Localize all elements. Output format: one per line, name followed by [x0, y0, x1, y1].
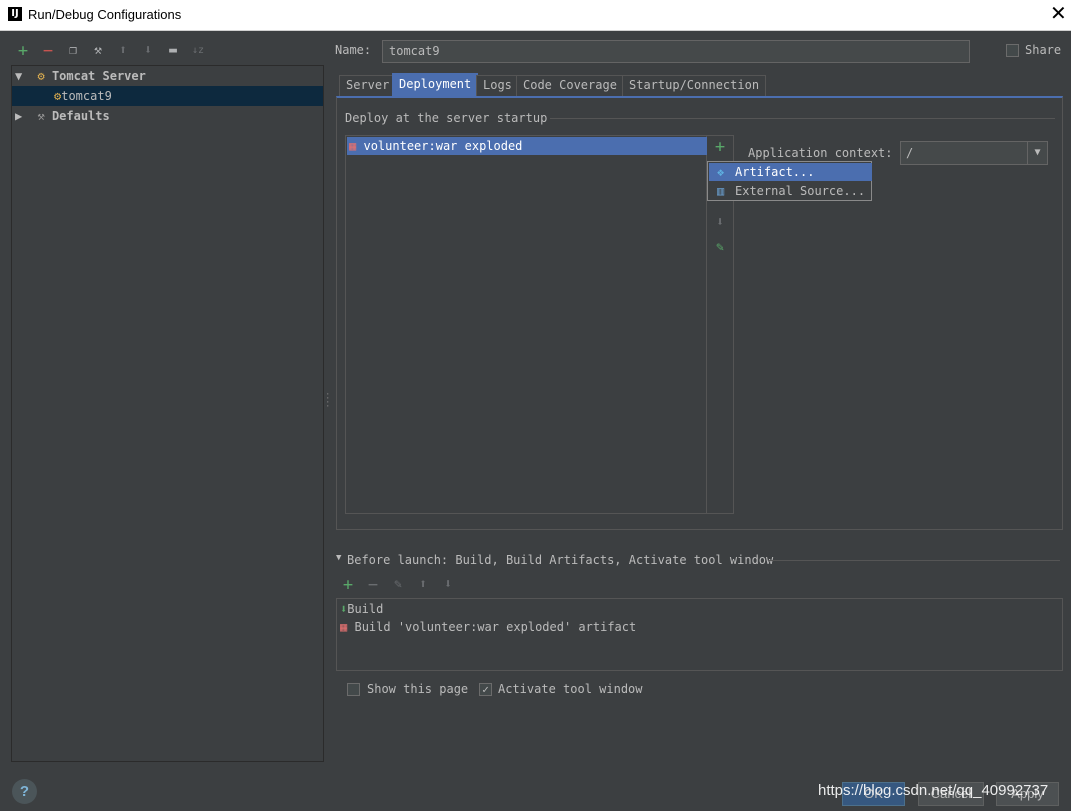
edit-pencil-icon[interactable]: ✎ [711, 240, 729, 256]
close-window-button[interactable]: ✕ [1050, 3, 1067, 25]
sort-icon[interactable]: ↓z [189, 43, 207, 59]
menu-item-artifact[interactable]: ❖ Artifact... [709, 163, 872, 181]
move-up-icon[interactable]: ⬆ [114, 43, 132, 59]
activate-tool-checkbox[interactable]: ✓ [479, 683, 492, 696]
before-launch-list: ⬇Build ▦ Build 'volunteer:war exploded' … [336, 598, 1063, 671]
add-icon[interactable]: + [14, 43, 32, 60]
remove-icon[interactable]: − [39, 43, 57, 60]
tree-group-label: Defaults [51, 109, 110, 123]
tree-group-tomcat-server[interactable]: ▼ ⚙ Tomcat Server [12, 66, 323, 86]
show-page-label: Show this page [367, 682, 469, 696]
tree-item-label: tomcat9 [61, 89, 112, 103]
artifact-icon: ▦ [340, 620, 348, 634]
defaults-wrench-icon: ⚒ [37, 109, 45, 123]
menu-item-label: External Source... [735, 184, 866, 198]
list-item[interactable]: ▦ volunteer:war exploded [347, 137, 707, 155]
collapsed-arrow-icon[interactable]: ▶ [15, 109, 22, 123]
app-context-combo[interactable]: / ▼ [900, 141, 1048, 165]
menu-item-external-source[interactable]: ▥ External Source... [709, 182, 872, 200]
tab-deployment[interactable]: Deployment [392, 73, 479, 96]
list-item-label: Build 'volunteer:war exploded' artifact [354, 620, 637, 634]
artifact-icon: ▦ [349, 139, 357, 153]
activate-tool-label: Activate tool window [498, 682, 643, 696]
expanded-arrow-icon[interactable]: ▼ [15, 69, 22, 83]
list-item-label: volunteer:war exploded [363, 139, 523, 153]
move-down-icon[interactable]: ⬇ [711, 215, 729, 231]
app-context-label: Application context: [748, 146, 893, 160]
deploy-section-title: Deploy at the server startup [345, 111, 548, 125]
tree-item-tomcat9[interactable]: ⚙tomcat9 [12, 86, 323, 106]
splitter-handle[interactable]: · · · · [325, 391, 330, 412]
show-page-checkbox[interactable] [347, 683, 360, 696]
edit-pencil-icon[interactable]: ✎ [389, 577, 407, 593]
app-context-value: / [906, 146, 914, 160]
library-icon: ▥ [717, 184, 725, 198]
remove-icon[interactable]: − [364, 577, 382, 594]
deployment-list[interactable]: ▦ volunteer:war exploded [345, 135, 707, 514]
copy-icon[interactable]: ❐ [64, 43, 82, 59]
tree-group-defaults[interactable]: ▶ ⚒ Defaults [12, 106, 323, 126]
window-title: Run/Debug Configurations [28, 7, 182, 22]
help-button[interactable]: ? [12, 779, 37, 804]
configuration-tree: ▼ ⚙ Tomcat Server ⚙tomcat9 ▶ ⚒ Defaults [11, 65, 324, 762]
tomcat-icon: ⚙ [37, 69, 45, 83]
tab-code-coverage[interactable]: Code Coverage [516, 75, 624, 96]
tab-logs[interactable]: Logs [476, 75, 519, 96]
artifact-diamond-icon: ❖ [717, 165, 725, 179]
share-checkbox[interactable] [1006, 44, 1019, 57]
chevron-down-icon[interactable]: ▼ [1027, 142, 1047, 164]
tab-startup-connection[interactable]: Startup/Connection [622, 75, 767, 96]
menu-item-label: Artifact... [735, 165, 815, 179]
list-item[interactable]: ⬇Build [340, 600, 383, 618]
move-down-icon[interactable]: ⬇ [139, 43, 157, 59]
share-label: Share [1025, 43, 1062, 57]
edit-defaults-icon[interactable]: ⚒ [89, 43, 107, 59]
folder-icon[interactable]: ▬ [164, 43, 182, 59]
app-logo-icon: IJ [8, 7, 22, 21]
tree-group-label: Tomcat Server [51, 69, 146, 83]
section-separator [768, 560, 1060, 561]
watermark-url: https://blog.csdn.net/qq_40992737 [818, 782, 1049, 799]
add-popup-menu: ❖ Artifact... ▥ External Source... [707, 161, 872, 201]
name-label: Name: [335, 43, 372, 57]
collapse-triangle-icon[interactable]: ▼ [336, 553, 341, 563]
tab-server[interactable]: Server [339, 75, 397, 96]
add-icon[interactable]: + [339, 577, 357, 594]
list-item-label: Build [347, 602, 384, 616]
section-separator [550, 118, 1055, 119]
add-icon[interactable]: + [711, 139, 729, 156]
move-up-icon[interactable]: ⬆ [414, 577, 432, 593]
window-titlebar: IJ Run/Debug Configurations ✕ [0, 0, 1071, 31]
move-down-icon[interactable]: ⬇ [439, 577, 457, 593]
list-item[interactable]: ▦ Build 'volunteer:war exploded' artifac… [340, 618, 636, 636]
before-launch-title: Before launch: Build, Build Artifacts, A… [347, 553, 774, 567]
name-input[interactable]: tomcat9 [382, 40, 970, 63]
